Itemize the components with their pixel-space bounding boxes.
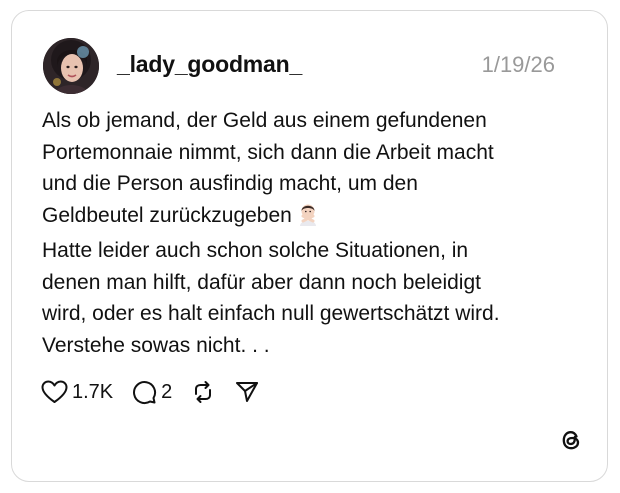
- post-date: 1/19/26: [481, 52, 555, 77]
- post-line: denen man hilft, dafür aber dann noch be…: [42, 270, 481, 294]
- post-line: Portemonnaie nimmt, sich dann die Arbeit…: [42, 140, 494, 164]
- comment-button[interactable]: 2: [131, 379, 172, 405]
- share-icon: [234, 379, 260, 405]
- post-line: Hatte leider auch schon solche Situation…: [42, 239, 469, 262]
- repost-icon: [190, 379, 216, 405]
- post-line: Verstehe sowas nicht. . .: [42, 333, 270, 357]
- post-text: Als ob jemand, der Geld aus einem gefund…: [42, 105, 587, 361]
- post-line: Als ob jemand, der Geld aus einem gefund…: [42, 109, 487, 132]
- username[interactable]: _lady_goodman_: [117, 51, 302, 78]
- person-gesturing-no-icon: [296, 202, 320, 236]
- repost-button[interactable]: [190, 379, 216, 405]
- heart-icon: [41, 380, 68, 404]
- post-line: wird, oder es halt einfach null gewertsc…: [42, 302, 500, 325]
- post-card: _lady_goodman_ 1/19/26 Als ob jemand, de…: [11, 10, 608, 482]
- share-button[interactable]: [234, 379, 260, 405]
- action-bar: 1.7K 2: [41, 377, 278, 407]
- post-line-with-emoji: Geldbeutel zurückzugeben: [42, 200, 587, 236]
- like-button[interactable]: 1.7K: [41, 380, 113, 404]
- like-count: 1.7K: [72, 380, 114, 403]
- threads-logo-icon: [558, 427, 584, 453]
- post-line: Geldbeutel zurückzugeben: [42, 203, 292, 227]
- post-line: und die Person ausfindig macht, um den: [42, 172, 418, 195]
- avatar[interactable]: [43, 38, 99, 94]
- comment-icon: [131, 379, 157, 405]
- comment-count: 2: [161, 380, 173, 403]
